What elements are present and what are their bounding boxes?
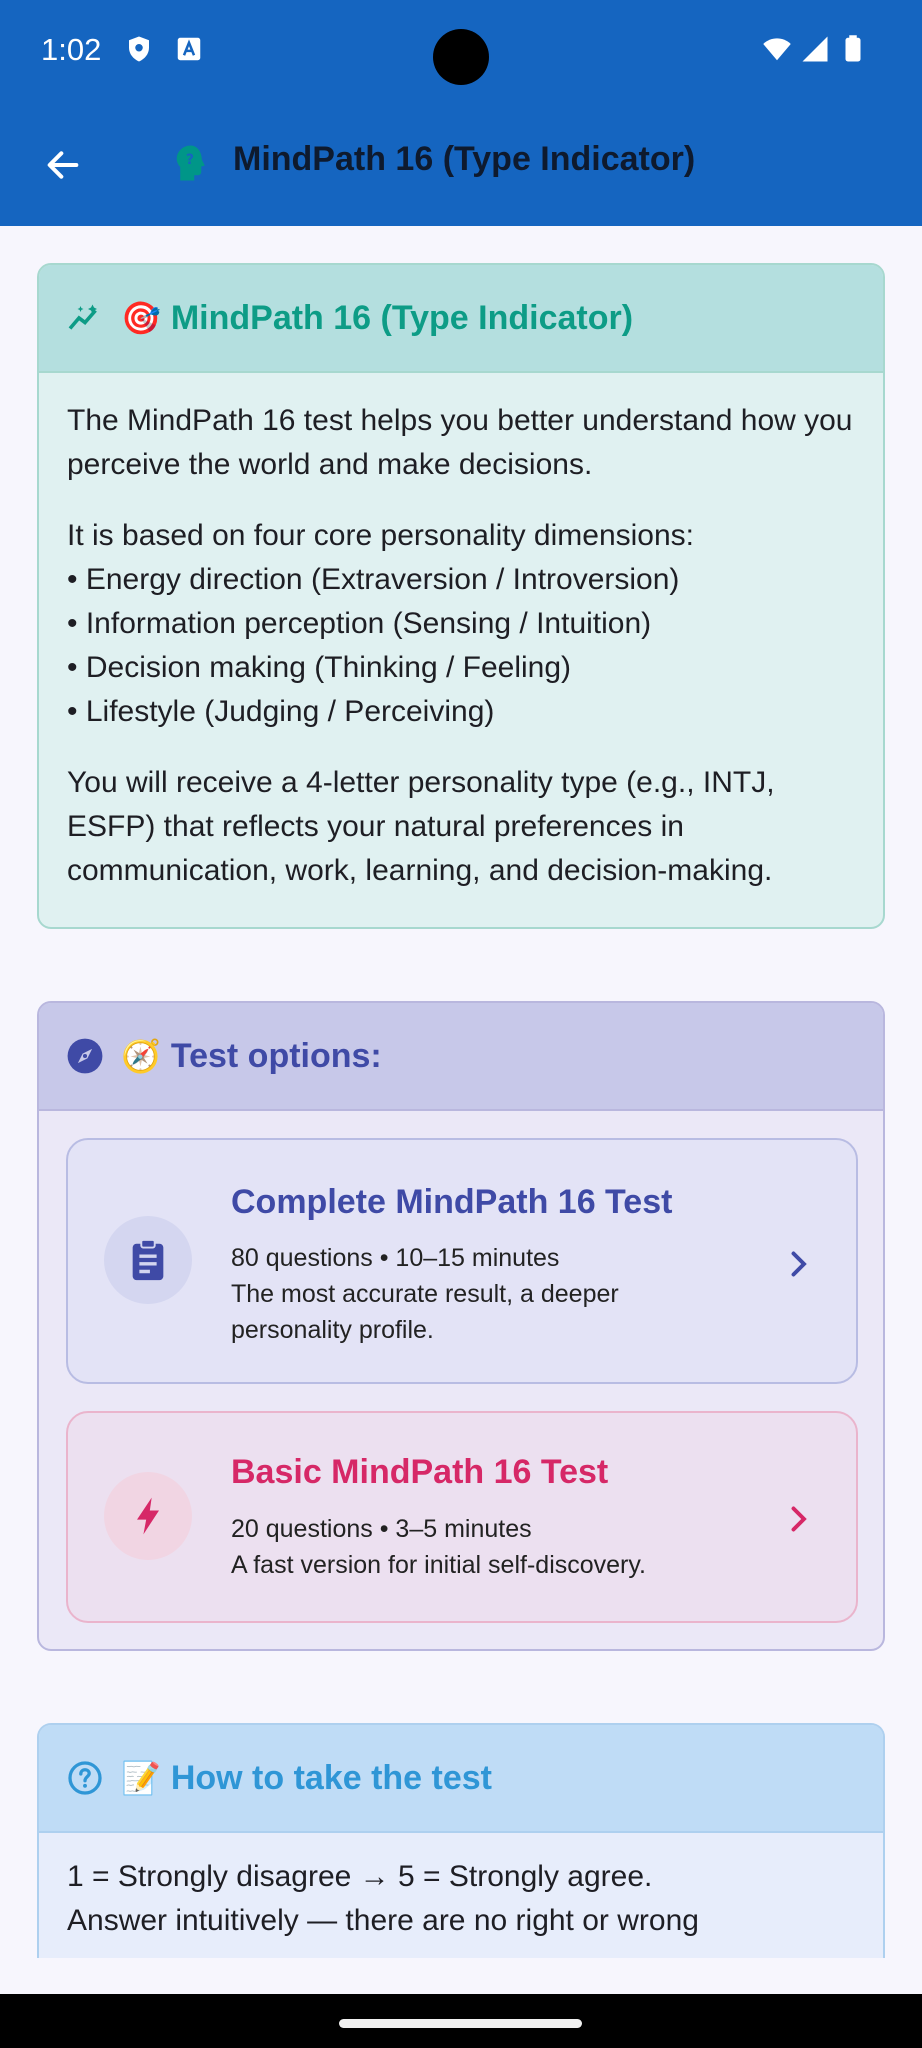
about-card-title: MindPath 16 (Type Indicator): [170, 298, 634, 337]
chevron-right-icon: [791, 1506, 807, 1532]
chevron-right-icon: [791, 1251, 807, 1277]
lightning-icon-circle: [104, 1472, 192, 1560]
battery-icon: [845, 35, 861, 62]
status-time: 1:02: [41, 32, 102, 67]
shield-status-icon: [129, 36, 149, 62]
scale-explanation: 1 = Strongly disagree → 5 = Strongly agr…: [67, 1860, 653, 1893]
complete-test-meta: 80 questions • 10–15 minutes: [231, 1244, 560, 1272]
app-bar: 1:02 ? MindPath 16 (Type Indicator): [0, 0, 922, 226]
basic-test-description: A fast version for initial self-discover…: [231, 1551, 646, 1579]
dimensions-intro: It is based on four core personality dim…: [67, 519, 694, 552]
basic-test-title: Basic MindPath 16 Test: [231, 1453, 609, 1491]
complete-test-details: 80 questions • 10–15 minutes The most ac…: [231, 1240, 701, 1348]
target-emoji: 🎯: [121, 300, 161, 336]
basic-test-details: 20 questions • 3–5 minutes A fast versio…: [231, 1511, 646, 1583]
compass-emoji: 🧭: [121, 1038, 161, 1074]
lightning-icon: [137, 1497, 159, 1535]
page-title: MindPath 16 (Type Indicator): [233, 140, 696, 178]
complete-test-title: Complete MindPath 16 Test: [231, 1183, 673, 1221]
how-to-card: 📝 How to take the test 1 = Strongly disa…: [37, 1723, 885, 1983]
translate-status-icon: [177, 37, 201, 61]
camera-cutout: [433, 29, 489, 85]
back-button[interactable]: [30, 132, 96, 198]
back-arrow-icon: [47, 151, 79, 179]
test-options-card: 🧭 Test options: Complete MindPath 16 Tes…: [37, 1001, 885, 1651]
signal-icon: [802, 36, 828, 62]
memo-emoji: 📝: [121, 1760, 161, 1796]
clipboard-icon: [132, 1238, 164, 1281]
how-to-title: How to take the test: [170, 1758, 493, 1797]
psychology-head-icon: ?: [176, 145, 205, 181]
about-card: 🎯 MindPath 16 (Type Indicator) The MindP…: [37, 263, 885, 929]
test-options-title: Test options:: [170, 1036, 382, 1075]
complete-test-option[interactable]: Complete MindPath 16 Test 80 questions •…: [66, 1138, 858, 1384]
test-options-header: 🧭 Test options:: [39, 1003, 883, 1111]
wifi-icon: [763, 38, 791, 61]
dimension-item: • Lifestyle (Judging / Perceiving): [67, 695, 495, 728]
dimension-item: • Information perception (Sensing / Intu…: [67, 607, 652, 640]
help-circle-icon: [65, 1758, 105, 1798]
intro-paragraph: The MindPath 16 test helps you better un…: [67, 404, 853, 481]
page-bottom-edge: [0, 1958, 922, 1994]
complete-test-description: The most accurate result, a deeper perso…: [231, 1280, 619, 1344]
about-card-header: 🎯 MindPath 16 (Type Indicator): [39, 265, 883, 373]
about-card-body: The MindPath 16 test helps you better un…: [39, 373, 883, 893]
dimensions-paragraph: It is based on four core personality dim…: [67, 514, 855, 734]
insights-icon: [65, 298, 105, 338]
how-to-body: 1 = Strongly disagree → 5 = Strongly agr…: [39, 1833, 883, 1943]
answer-instruction: Answer intuitively — there are no right …: [67, 1904, 699, 1937]
explore-compass-icon: [65, 1036, 105, 1076]
result-paragraph: You will receive a 4-letter personality …: [67, 766, 775, 887]
dimension-item: • Energy direction (Extraversion / Intro…: [67, 563, 680, 596]
clipboard-icon-circle: [104, 1216, 192, 1304]
dimension-item: • Decision making (Thinking / Feeling): [67, 651, 572, 684]
svg-text:?: ?: [186, 152, 194, 168]
basic-test-option[interactable]: Basic MindPath 16 Test 20 questions • 3–…: [66, 1411, 858, 1623]
basic-test-meta: 20 questions • 3–5 minutes: [231, 1515, 532, 1543]
home-gesture-handle[interactable]: [339, 2019, 582, 2028]
how-to-header: 📝 How to take the test: [39, 1725, 883, 1833]
